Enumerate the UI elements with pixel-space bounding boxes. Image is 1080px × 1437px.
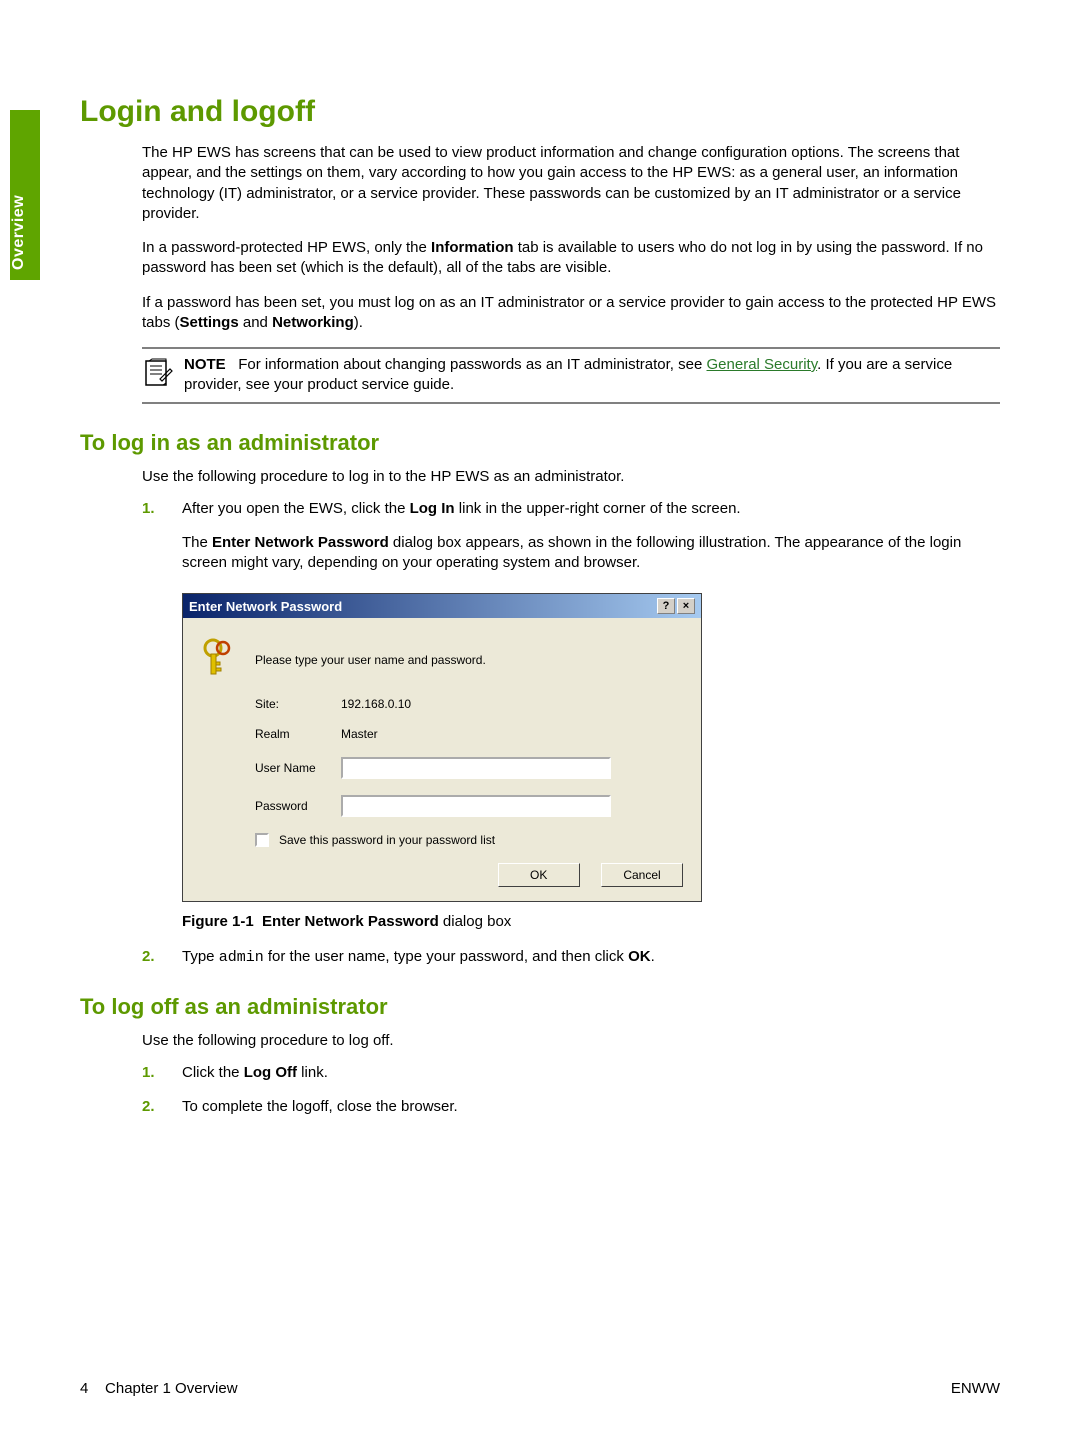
- realm-label: Realm: [255, 727, 341, 741]
- save-password-checkbox[interactable]: [255, 833, 269, 847]
- login-step2a: Type: [182, 948, 219, 965]
- login-step-1: After you open the EWS, click the Log In…: [142, 499, 1000, 574]
- dialog-title-text: Enter Network Password: [189, 599, 655, 614]
- footer-left: 4 Chapter 1 Overview: [80, 1380, 238, 1397]
- login-steps: After you open the EWS, click the Log In…: [142, 499, 1000, 574]
- login-steps-cont: Type admin for the user name, type your …: [142, 947, 1000, 968]
- logoff-step1a: Click the: [182, 1064, 244, 1081]
- intro-p2a: In a password-protected HP EWS, only the: [142, 239, 431, 256]
- general-security-link[interactable]: General Security: [707, 356, 818, 373]
- logoff-step1c: link.: [297, 1064, 328, 1081]
- chapter-label: Chapter 1 Overview: [105, 1380, 238, 1397]
- note-icon: [142, 357, 174, 393]
- realm-value: Master: [341, 727, 683, 741]
- page-footer: 4 Chapter 1 Overview ENWW: [80, 1380, 1000, 1397]
- login-step1b: Log In: [410, 500, 455, 517]
- logoff-steps: Click the Log Off link. To complete the …: [142, 1063, 1000, 1118]
- key-icon: [201, 638, 255, 681]
- intro-p1: The HP EWS has screens that can be used …: [142, 143, 1000, 224]
- dialog-titlebar: Enter Network Password ? ×: [183, 594, 701, 618]
- help-button[interactable]: ?: [657, 598, 675, 614]
- page-number: 4: [80, 1380, 88, 1397]
- close-button[interactable]: ×: [677, 598, 695, 614]
- caption-bold: Enter Network Password: [262, 913, 439, 930]
- login-heading: To log in as an administrator: [80, 430, 1000, 456]
- note-label: NOTE: [184, 356, 226, 373]
- figure-caption: Figure 1-1 Enter Network Password dialog…: [182, 912, 1000, 932]
- side-tab-overview: Overview: [10, 110, 40, 280]
- login-step1subb: Enter Network Password: [212, 534, 389, 551]
- save-password-label: Save this password in your password list: [279, 833, 495, 847]
- logoff-step1b: Log Off: [244, 1064, 297, 1081]
- intro-p3d: Networking: [272, 314, 354, 331]
- logoff-step-2: To complete the logoff, close the browse…: [142, 1097, 1000, 1117]
- login-intro: Use the following procedure to log in to…: [142, 468, 1000, 485]
- intro-p3c: and: [239, 314, 272, 331]
- ok-button[interactable]: OK: [498, 863, 580, 887]
- intro-p3b: Settings: [180, 314, 239, 331]
- intro-p2b: Information: [431, 239, 514, 256]
- login-step1suba: The: [182, 534, 212, 551]
- dialog-body: Please type your user name and password.…: [183, 618, 701, 901]
- enter-network-password-dialog: Enter Network Password ? × Please type y…: [182, 593, 702, 902]
- site-label: Site:: [255, 697, 341, 711]
- site-value: 192.168.0.10: [341, 697, 683, 711]
- caption-rest: dialog box: [439, 913, 512, 930]
- page-title: Login and logoff: [80, 95, 1000, 129]
- note-block: NOTE For information about changing pass…: [142, 347, 1000, 404]
- dialog-prompt: Please type your user name and password.: [255, 653, 486, 667]
- login-step2c: for the user name, type your password, a…: [264, 948, 628, 965]
- logoff-heading: To log off as an administrator: [80, 994, 1000, 1020]
- login-step1c: link in the upper-right corner of the sc…: [455, 500, 741, 517]
- login-step-2: Type admin for the user name, type your …: [142, 947, 1000, 968]
- password-input[interactable]: [341, 795, 611, 817]
- login-step1a: After you open the EWS, click the: [182, 500, 410, 517]
- intro-p3e: ).: [354, 314, 363, 331]
- login-step2d: OK: [628, 948, 651, 965]
- caption-fig: Figure 1-1: [182, 913, 254, 930]
- intro-p2: In a password-protected HP EWS, only the…: [142, 238, 1000, 279]
- page-content: Login and logoff The HP EWS has screens …: [80, 95, 1000, 1131]
- login-step2b: admin: [219, 949, 264, 966]
- login-step1-sub: The Enter Network Password dialog box ap…: [182, 533, 1000, 574]
- note-texta: For information about changing passwords…: [238, 356, 706, 373]
- cancel-button[interactable]: Cancel: [601, 863, 683, 887]
- intro-p3: If a password has been set, you must log…: [142, 293, 1000, 334]
- note-text: NOTE For information about changing pass…: [184, 355, 1000, 396]
- footer-right: ENWW: [951, 1380, 1000, 1397]
- password-label: Password: [255, 799, 341, 813]
- username-label: User Name: [255, 761, 341, 775]
- logoff-step-1: Click the Log Off link.: [142, 1063, 1000, 1083]
- username-input[interactable]: [341, 757, 611, 779]
- login-step2e: .: [651, 948, 655, 965]
- logoff-intro: Use the following procedure to log off.: [142, 1032, 1000, 1049]
